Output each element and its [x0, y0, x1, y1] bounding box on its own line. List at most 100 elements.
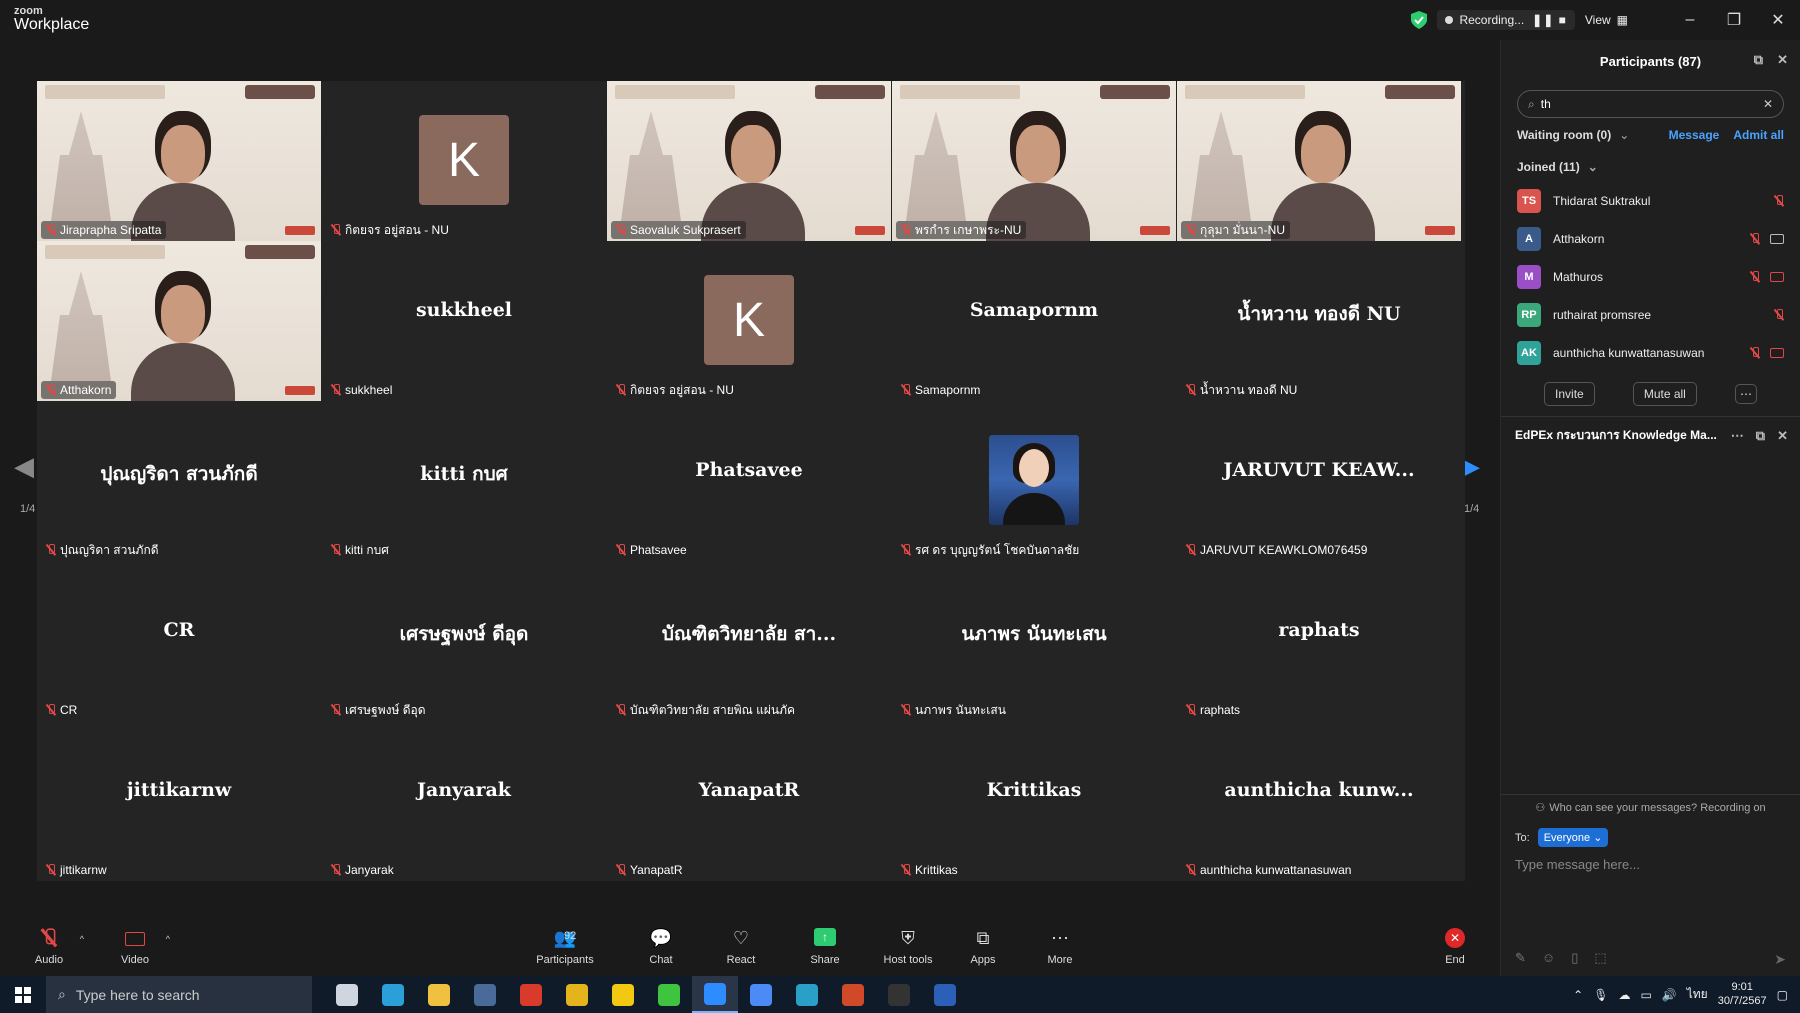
- more-options-icon[interactable]: ⋯: [1734, 384, 1757, 404]
- acrobat-icon[interactable]: [508, 976, 554, 1013]
- more-button[interactable]: ⋯ More: [1025, 928, 1095, 966]
- camera-off-icon[interactable]: [1770, 348, 1784, 358]
- task-view-icon[interactable]: [324, 976, 370, 1013]
- participant-tile[interactable]: Krittikas Krittikas: [892, 721, 1176, 881]
- participant-tile[interactable]: Phatsavee Phatsavee: [607, 401, 891, 561]
- participant-tile[interactable]: aunthicha kunw... aunthicha kunwattanasuw…: [1177, 721, 1461, 881]
- taskbar-clock[interactable]: 9:01 30/7/2567: [1718, 981, 1767, 1007]
- taskbar-search-input[interactable]: ⌕ Type here to search: [46, 976, 312, 1013]
- mic-muted-icon[interactable]: [1750, 347, 1760, 359]
- participant-row[interactable]: M Mathuros: [1501, 258, 1800, 296]
- participant-tile[interactable]: รศ ดร บุญญรัตน์ โชคบันดาลชัย: [892, 401, 1176, 561]
- audio-button[interactable]: ^ Audio: [14, 928, 84, 966]
- participant-row[interactable]: AK aunthicha kunwattanasuwan: [1501, 334, 1800, 372]
- zoom-icon[interactable]: [692, 976, 738, 1013]
- react-button[interactable]: ♡ React: [706, 928, 776, 966]
- participant-row[interactable]: TS Thidarat Suktrakul: [1501, 182, 1800, 220]
- recipient-select[interactable]: Everyone ⌄: [1537, 828, 1609, 847]
- notifications-icon[interactable]: ▢: [1777, 988, 1788, 1002]
- apps-button[interactable]: ⧉ Apps: [948, 928, 1018, 966]
- chat-more-icon[interactable]: ⋯: [1731, 428, 1744, 444]
- edge-alt-icon[interactable]: [784, 976, 830, 1013]
- participant-row[interactable]: Ppanthicha kongkraikat: [1501, 372, 1800, 376]
- send-icon[interactable]: ➤: [1774, 951, 1786, 968]
- minimize-icon[interactable]: –: [1668, 11, 1712, 29]
- line-icon[interactable]: [646, 976, 692, 1013]
- participant-tile[interactable]: Jiraprapha Sripatta: [37, 81, 321, 241]
- participant-row[interactable]: RP ruthairat promsree: [1501, 296, 1800, 334]
- chrome-icon[interactable]: [554, 976, 600, 1013]
- media-player-icon[interactable]: [876, 976, 922, 1013]
- word-icon[interactable]: [922, 976, 968, 1013]
- participant-tile[interactable]: บัณฑิตวิทยาลัย สา... บัณฑิตวิทยาลัย สายพิ…: [607, 561, 891, 721]
- network-icon[interactable]: ▭: [1640, 988, 1651, 1002]
- participant-tile[interactable]: นภาพร นันทะเสน นภาพร นันทะเสน: [892, 561, 1176, 721]
- video-options-caret-icon[interactable]: ^: [166, 934, 170, 944]
- participant-tile[interactable]: กุลุมา มั่นนา-NU: [1177, 81, 1461, 241]
- format-icon[interactable]: ✎: [1515, 950, 1526, 966]
- restore-icon[interactable]: ❐: [1712, 10, 1756, 30]
- admit-all-link[interactable]: Admit all: [1733, 128, 1784, 142]
- participant-tile[interactable]: CR CR: [37, 561, 321, 721]
- security-shield-icon[interactable]: [1411, 11, 1428, 29]
- mic-muted-icon[interactable]: [1750, 233, 1760, 245]
- participant-tile[interactable]: sukkheel sukkheel: [322, 241, 606, 401]
- screenshot-icon[interactable]: ⬚: [1594, 950, 1606, 966]
- mic-muted-icon[interactable]: [1750, 271, 1760, 283]
- chat-pop-out-icon[interactable]: ⧉: [1756, 428, 1765, 444]
- participant-tile[interactable]: kitti กบศ kitti กบศ: [322, 401, 606, 561]
- participant-tile[interactable]: พรกำร เกษาพระ-NU: [892, 81, 1176, 241]
- camera-on-icon[interactable]: [1770, 234, 1784, 244]
- audio-options-caret-icon[interactable]: ^: [80, 934, 84, 944]
- message-link[interactable]: Message: [1669, 128, 1720, 142]
- participant-row[interactable]: A Atthakorn: [1501, 220, 1800, 258]
- onedrive-icon[interactable]: ☁: [1618, 988, 1630, 1002]
- participant-tile[interactable]: YanapatR YanapatR: [607, 721, 891, 881]
- mic-muted-icon[interactable]: [1774, 195, 1784, 207]
- mic-muted-icon[interactable]: [1774, 309, 1784, 321]
- mute-all-button[interactable]: Mute all: [1632, 382, 1697, 406]
- camera-off-icon[interactable]: [1770, 272, 1784, 282]
- participant-tile[interactable]: raphats raphats: [1177, 561, 1461, 721]
- participant-tile[interactable]: Samapornm Samapornm: [892, 241, 1176, 401]
- joined-section-header[interactable]: Joined (11) ⌄: [1501, 152, 1800, 182]
- volume-icon[interactable]: 🔊: [1662, 988, 1677, 1002]
- end-button[interactable]: ✕ End: [1420, 928, 1490, 966]
- participant-tile[interactable]: K กิตยจร อยู่สอน - NU: [322, 81, 606, 241]
- clear-search-icon[interactable]: ✕: [1763, 97, 1773, 111]
- previous-page-arrow-icon[interactable]: ◀: [8, 436, 40, 496]
- share-button[interactable]: ↑ Share: [790, 928, 860, 966]
- invite-button[interactable]: Invite: [1544, 382, 1595, 406]
- message-visibility-notice[interactable]: ⚇ Who can see your messages? Recording o…: [1501, 794, 1800, 820]
- participants-button[interactable]: 👥 92 Participants: [520, 928, 610, 966]
- participant-tile[interactable]: Saovaluk Sukprasert: [607, 81, 891, 241]
- show-hidden-icons-chevron-icon[interactable]: ⌃: [1573, 988, 1583, 1002]
- participant-tile[interactable]: Janyarak Janyarak: [322, 721, 606, 881]
- input-language[interactable]: ไทย: [1687, 985, 1708, 1004]
- powerpoint-icon[interactable]: [830, 976, 876, 1013]
- file-icon[interactable]: ▯: [1571, 950, 1578, 966]
- participant-tile[interactable]: น้ำหวาน ทองดี NU น้ำหวาน ทองดี NU: [1177, 241, 1461, 401]
- pause-stop-icon[interactable]: ❚❚ ■: [1532, 13, 1567, 27]
- chat-button[interactable]: 💬 Chat: [626, 928, 696, 966]
- chat-close-icon[interactable]: ✕: [1777, 428, 1788, 444]
- pop-out-icon[interactable]: ⧉: [1754, 52, 1763, 68]
- participant-search-input[interactable]: ⌕ th ✕: [1517, 90, 1784, 118]
- host-tools-button[interactable]: ⛨ Host tools: [872, 928, 944, 966]
- powerbi-icon[interactable]: [600, 976, 646, 1013]
- windows-start-icon[interactable]: [0, 986, 46, 1003]
- participant-list[interactable]: TS Thidarat Suktrakul A Atthakorn M Mathuros R…: [1501, 182, 1800, 376]
- file-explorer-icon[interactable]: [416, 976, 462, 1013]
- waiting-room-label[interactable]: Waiting room (0): [1517, 128, 1611, 142]
- participant-tile[interactable]: K กิตยจร อยู่สอน - NU: [607, 241, 891, 401]
- view-button[interactable]: View ▦: [1585, 13, 1628, 27]
- participant-tile[interactable]: jittikarnw jittikarnw: [37, 721, 321, 881]
- chrome-icon-2[interactable]: [738, 976, 784, 1013]
- chat-message-input[interactable]: Type message here...: [1501, 847, 1800, 882]
- participant-tile[interactable]: Atthakorn: [37, 241, 321, 401]
- chevron-down-icon[interactable]: ⌄: [1619, 128, 1629, 142]
- video-button[interactable]: ^ Video: [100, 928, 170, 966]
- close-panel-icon[interactable]: ✕: [1777, 52, 1788, 68]
- participant-tile[interactable]: JARUVUT KEAW... JARUVUT KEAWKLOM076459: [1177, 401, 1461, 561]
- participant-tile[interactable]: ปุณญริดา สวนภักดี ปุณญริดา สวนภักดี: [37, 401, 321, 561]
